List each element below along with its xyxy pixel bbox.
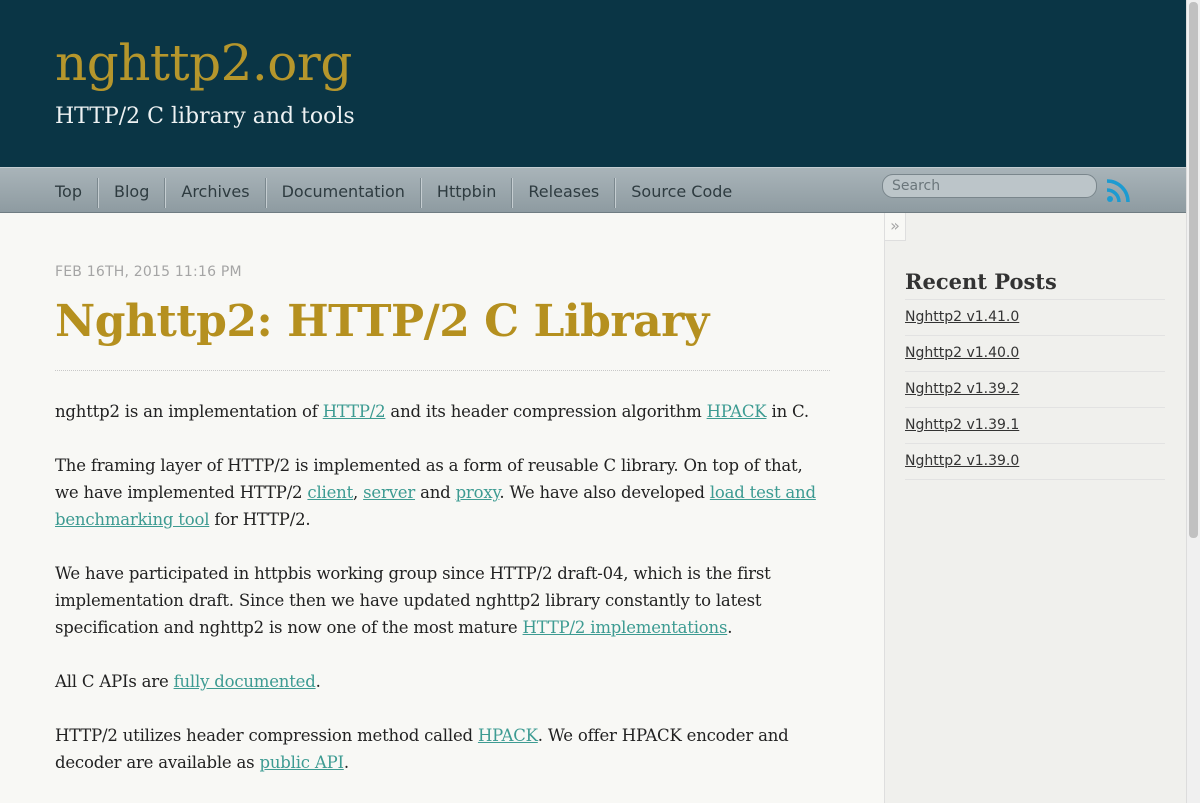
link-public-api[interactable]: public API — [259, 753, 344, 772]
title-divider — [55, 370, 830, 371]
nav-item-blog[interactable]: Blog — [98, 178, 166, 208]
scrollbar-thumb[interactable] — [1189, 2, 1198, 538]
nav-item-archives[interactable]: Archives — [165, 178, 266, 208]
nav-item-httpbin[interactable]: Httpbin — [420, 178, 513, 208]
link-server[interactable]: server — [363, 483, 415, 502]
nav-item-releases[interactable]: Releases — [512, 178, 616, 208]
text-segment: and — [415, 483, 456, 502]
post-date: FEB 16TH, 2015 11:16 PM — [55, 264, 242, 280]
rss-link[interactable] — [1106, 177, 1132, 203]
text-segment: for HTTP/2. — [209, 510, 311, 529]
list-item: Nghttp2 v1.40.0 — [905, 336, 1165, 372]
recent-post-link[interactable]: Nghttp2 v1.39.0 — [905, 453, 1019, 469]
site-title[interactable]: nghttp2.org — [55, 38, 352, 88]
recent-post-link[interactable]: Nghttp2 v1.40.0 — [905, 345, 1019, 361]
recent-post-link[interactable]: Nghttp2 v1.39.1 — [905, 417, 1019, 433]
list-item: Nghttp2 v1.41.0 — [905, 300, 1165, 336]
list-item: Nghttp2 v1.39.1 — [905, 408, 1165, 444]
text-segment: . — [343, 753, 349, 772]
link-client[interactable]: client — [307, 483, 353, 502]
nav-item-documentation[interactable]: Documentation — [265, 178, 421, 208]
text-segment: HTTP/2 utilizes header compression metho… — [55, 726, 478, 745]
nav-item-top[interactable]: Top — [55, 178, 98, 208]
link-http2[interactable]: HTTP/2 — [323, 402, 386, 421]
nav-item-source-code[interactable]: Source Code — [615, 178, 747, 208]
text-segment: . — [727, 618, 733, 637]
sidebar-collapse-button[interactable]: » — [885, 213, 906, 241]
rss-icon — [1106, 179, 1130, 203]
text-segment: . — [315, 672, 321, 691]
vertical-scrollbar[interactable] — [1186, 0, 1200, 803]
site-header: nghttp2.org HTTP/2 C library and tools — [0, 0, 1186, 167]
recent-posts-heading: Recent Posts — [905, 269, 1057, 294]
post-title[interactable]: Nghttp2: HTTP/2 C Library — [55, 296, 709, 349]
site-subtitle: HTTP/2 C library and tools — [55, 104, 355, 129]
link-proxy[interactable]: proxy — [456, 483, 500, 502]
text-segment: , — [353, 483, 364, 502]
post-body: nghttp2 is an implementation of HTTP/2 a… — [55, 398, 830, 803]
text-segment: nghttp2 is an implementation of — [55, 402, 323, 421]
link-hpack[interactable]: HPACK — [707, 402, 767, 421]
recent-post-link[interactable]: Nghttp2 v1.39.2 — [905, 381, 1019, 397]
text-segment: . We have also developed — [499, 483, 710, 502]
text-segment: All C APIs are — [55, 672, 174, 691]
paragraph-hpack: HTTP/2 utilizes header compression metho… — [55, 722, 830, 776]
page: nghttp2.org HTTP/2 C library and tools T… — [0, 0, 1200, 803]
link-hpack-2[interactable]: HPACK — [478, 726, 538, 745]
nav-list: Top Blog Archives Documentation Httpbin … — [55, 178, 747, 208]
sidebar: » Recent Posts Nghttp2 v1.41.0 Nghttp2 v… — [884, 213, 1186, 803]
paragraph-intro: nghttp2 is an implementation of HTTP/2 a… — [55, 398, 830, 425]
list-item: Nghttp2 v1.39.0 — [905, 444, 1165, 480]
search-input[interactable] — [882, 174, 1097, 198]
link-http2-implementations[interactable]: HTTP/2 implementations — [523, 618, 728, 637]
recent-posts-list: Nghttp2 v1.41.0 Nghttp2 v1.40.0 Nghttp2 … — [905, 299, 1165, 480]
recent-post-link[interactable]: Nghttp2 v1.41.0 — [905, 309, 1019, 325]
text-segment: and its header compression algorithm — [385, 402, 707, 421]
link-fully-documented[interactable]: fully documented — [174, 672, 316, 691]
paragraph-httpbis: We have participated in httpbis working … — [55, 560, 830, 641]
text-segment: in C. — [766, 402, 809, 421]
list-item: Nghttp2 v1.39.2 — [905, 372, 1165, 408]
paragraph-framing: The framing layer of HTTP/2 is implement… — [55, 452, 830, 533]
main-nav: Top Blog Archives Documentation Httpbin … — [0, 167, 1186, 213]
paragraph-apis: All C APIs are fully documented. — [55, 668, 830, 695]
